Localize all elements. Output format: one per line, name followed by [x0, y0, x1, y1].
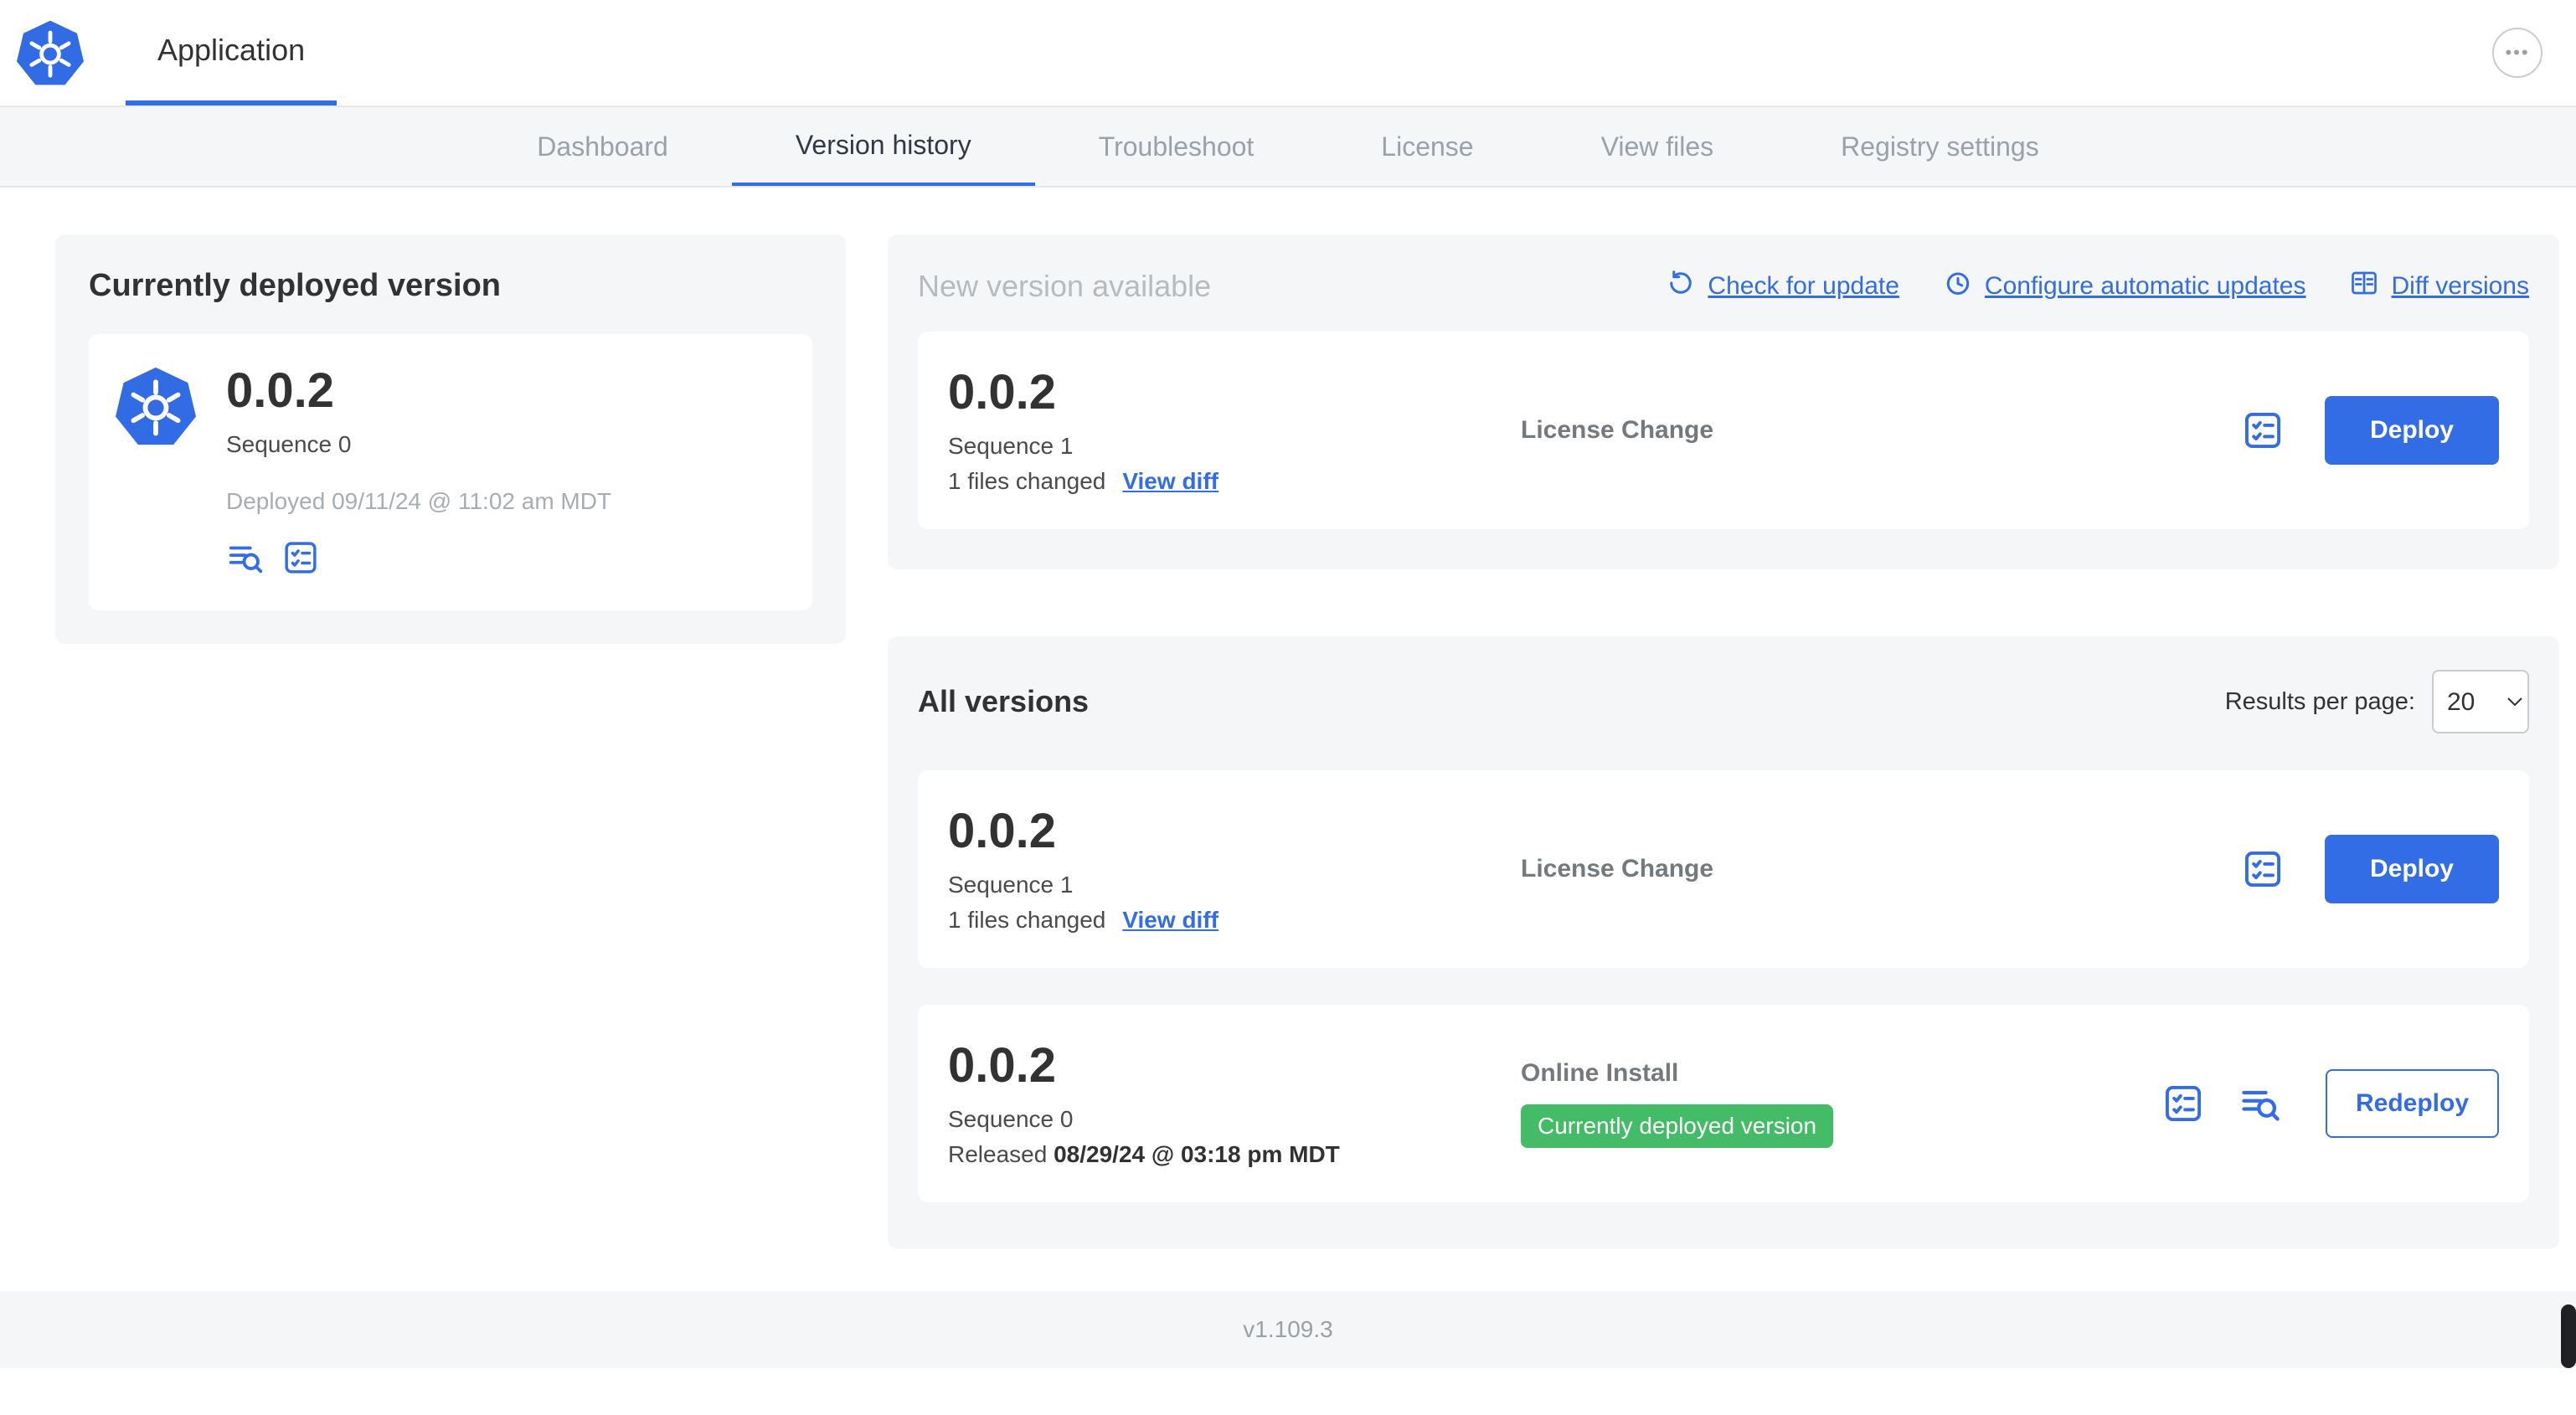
- ellipsis-icon: •••: [2505, 42, 2530, 63]
- checklist-icon: [281, 538, 320, 577]
- version-config-button[interactable]: [2161, 1082, 2205, 1125]
- version-sequence: Sequence 1: [948, 871, 1074, 898]
- scrollbar-thumb[interactable]: [2561, 1304, 2576, 1368]
- diff-versions-label: Diff versions: [2391, 272, 2529, 300]
- checklist-icon: [2241, 409, 2285, 452]
- version-number: 0.0.2: [948, 804, 1056, 859]
- diff-versions-link[interactable]: Diff versions: [2349, 268, 2529, 305]
- tab-view-files[interactable]: View files: [1538, 107, 1778, 186]
- released-date: 08/29/24 @ 03:18 pm MDT: [1054, 1140, 1340, 1167]
- deploy-button[interactable]: Deploy: [2324, 396, 2499, 465]
- version-config-button[interactable]: [2241, 409, 2285, 452]
- currently-deployed-card: Currently deployed version 0.0.2 Sequenc…: [55, 234, 846, 644]
- version-sequence: Sequence 1: [948, 432, 1074, 459]
- version-config-button[interactable]: [281, 538, 320, 577]
- version-source-label: License Change: [1521, 416, 1714, 444]
- view-diff-link[interactable]: View diff: [1122, 907, 1218, 934]
- results-per-page-select[interactable]: 20: [2432, 670, 2529, 733]
- main-content: Currently deployed version 0.0.2 Sequenc…: [0, 188, 2576, 1291]
- version-sequence: Sequence 0: [948, 1105, 1074, 1132]
- app-tab-label: Application: [157, 33, 306, 67]
- version-row: 0.0.2 Sequence 0 Released 08/29/24 @ 03:…: [918, 1005, 2529, 1202]
- tab-license[interactable]: License: [1317, 107, 1537, 186]
- version-number: 0.0.2: [948, 1038, 1056, 1093]
- diff-icon: [2349, 268, 2379, 305]
- kubernetes-logo: [17, 0, 84, 105]
- tab-version-history[interactable]: Version history: [731, 107, 1035, 186]
- app-header: Application •••: [0, 0, 2576, 107]
- currently-deployed-title: Currently deployed version: [89, 268, 502, 303]
- version-number: 0.0.2: [948, 365, 1056, 420]
- checklist-icon: [2161, 1082, 2205, 1125]
- version-source-label: License Change: [1521, 855, 1714, 882]
- app-footer: v1.109.3: [0, 1291, 2576, 1368]
- version-config-button[interactable]: [2241, 847, 2285, 891]
- configure-automatic-updates-link[interactable]: Configure automatic updates: [1943, 268, 2306, 305]
- current-deployed-timestamp: Deployed 09/11/24 @ 11:02 am MDT: [226, 487, 612, 514]
- new-version-card: New version available Check for update C…: [888, 234, 2559, 569]
- clock-icon: [1943, 268, 1973, 305]
- released-label: Released: [948, 1140, 1048, 1167]
- version-source-label: Online Install: [1521, 1059, 1679, 1087]
- new-version-title: New version available: [918, 269, 1212, 303]
- refresh-icon: [1666, 268, 1696, 305]
- checklist-icon: [2241, 847, 2285, 891]
- view-diff-link[interactable]: View diff: [1122, 468, 1218, 495]
- tab-application[interactable]: Application: [126, 0, 337, 105]
- console-version-label: v1.109.3: [1243, 1316, 1333, 1342]
- logs-icon: [2239, 1082, 2282, 1125]
- files-changed-label: 1 files changed: [948, 906, 1106, 933]
- tab-registry-settings[interactable]: Registry settings: [1777, 107, 2103, 186]
- deploy-button[interactable]: Deploy: [2324, 835, 2499, 903]
- version-row: 0.0.2 Sequence 1 1 files changed View di…: [918, 770, 2529, 968]
- configure-automatic-updates-label: Configure automatic updates: [1984, 272, 2306, 300]
- redeploy-button[interactable]: Redeploy: [2325, 1069, 2499, 1138]
- results-per-page-label: Results per page:: [2224, 687, 2415, 715]
- tab-dashboard[interactable]: Dashboard: [473, 107, 732, 186]
- check-for-update-link[interactable]: Check for update: [1666, 268, 1899, 305]
- more-options-button[interactable]: •••: [2492, 28, 2543, 78]
- view-logs-button[interactable]: [2239, 1082, 2282, 1125]
- currently-deployed-version-card: 0.0.2 Sequence 0 Deployed 09/11/24 @ 11:…: [89, 334, 812, 610]
- check-for-update-label: Check for update: [1708, 272, 1899, 300]
- sub-navigation: Dashboard Version history Troubleshoot L…: [0, 107, 2576, 188]
- new-version-row: 0.0.2 Sequence 1 1 files changed View di…: [918, 332, 2529, 529]
- current-sequence: Sequence 0: [226, 430, 352, 457]
- logs-icon: [226, 538, 265, 577]
- all-versions-card: All versions Results per page: 20 0.0.2 …: [888, 636, 2559, 1249]
- all-versions-title: All versions: [918, 684, 1090, 718]
- app-icon: [116, 364, 196, 577]
- currently-deployed-badge: Currently deployed version: [1521, 1104, 1834, 1148]
- current-version-number: 0.0.2: [226, 363, 334, 418]
- view-logs-button[interactable]: [226, 538, 265, 577]
- tab-troubleshoot[interactable]: Troubleshoot: [1035, 107, 1318, 186]
- files-changed-label: 1 files changed: [948, 467, 1106, 494]
